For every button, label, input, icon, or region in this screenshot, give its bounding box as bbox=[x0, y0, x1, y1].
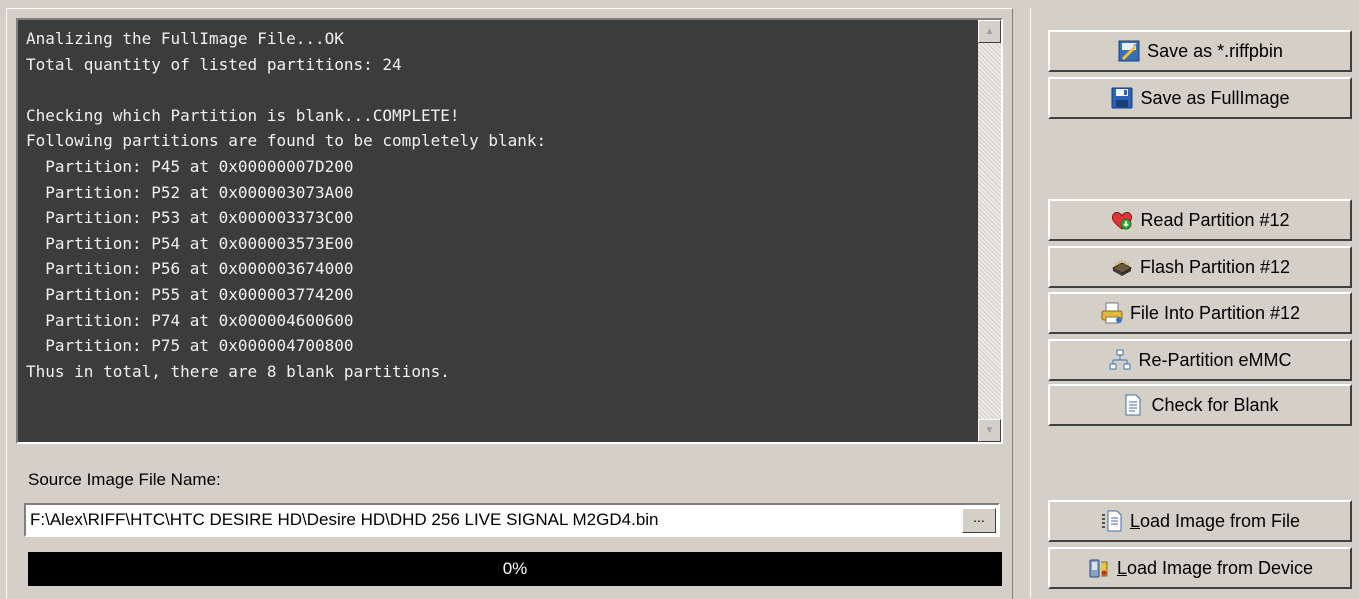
flash-partition-button[interactable]: Flash Partition #12 bbox=[1048, 246, 1352, 288]
device-load-icon bbox=[1087, 556, 1111, 580]
load-device-label: Load Image from Device bbox=[1116, 557, 1314, 578]
load-device-button[interactable]: Load Image from Device bbox=[1048, 547, 1352, 589]
read-partition-label: Read Partition #12 bbox=[1140, 209, 1290, 230]
progress-text: 0% bbox=[502, 559, 528, 578]
repartition-button[interactable]: Re-Partition eMMC bbox=[1048, 339, 1352, 381]
save-fullimage-button[interactable]: Save as FullImage bbox=[1048, 77, 1352, 119]
chip-icon bbox=[1110, 255, 1134, 279]
progress-bar: 0% bbox=[28, 552, 1002, 586]
repartition-label: Re-Partition eMMC bbox=[1138, 349, 1292, 370]
console-text: Analizing the FullImage File...OK Total … bbox=[26, 29, 547, 381]
load-file-label: Load Image from File bbox=[1129, 510, 1301, 531]
tools-save-icon bbox=[1117, 39, 1141, 63]
source-file-input[interactable] bbox=[28, 507, 962, 533]
document-icon bbox=[1121, 393, 1145, 417]
browse-button[interactable]: ... bbox=[962, 508, 996, 533]
source-file-label: Source Image File Name: bbox=[28, 470, 221, 489]
save-riffpbin-label: Save as *.riffpbin bbox=[1147, 40, 1283, 61]
document-load-icon bbox=[1100, 509, 1124, 533]
arrow-up-icon: ▲ bbox=[984, 26, 995, 37]
scroll-up-button[interactable]: ▲ bbox=[978, 20, 1001, 43]
floppy-disk-icon bbox=[1110, 86, 1134, 110]
network-tree-icon bbox=[1108, 348, 1132, 372]
read-partition-button[interactable]: Read Partition #12 bbox=[1048, 199, 1352, 241]
save-fullimage-label: Save as FullImage bbox=[1140, 87, 1290, 108]
flash-partition-label: Flash Partition #12 bbox=[1139, 256, 1291, 277]
load-file-button[interactable]: Load Image from File bbox=[1048, 500, 1352, 542]
file-into-partition-button[interactable]: File Into Partition #12 bbox=[1048, 292, 1352, 334]
printer-file-icon bbox=[1100, 301, 1124, 325]
heart-download-icon bbox=[1110, 208, 1134, 232]
arrow-down-icon: ▼ bbox=[984, 425, 995, 436]
source-file-field[interactable]: ... bbox=[24, 503, 1000, 537]
scroll-down-button[interactable]: ▼ bbox=[978, 419, 1001, 442]
file-into-partition-label: File Into Partition #12 bbox=[1129, 302, 1301, 323]
console-output[interactable]: Analizing the FullImage File...OK Total … bbox=[16, 18, 1003, 444]
save-riffpbin-button[interactable]: Save as *.riffpbin bbox=[1048, 30, 1352, 72]
check-blank-label: Check for Blank bbox=[1151, 394, 1279, 415]
check-blank-button[interactable]: Check for Blank bbox=[1048, 384, 1352, 426]
console-scrollbar[interactable]: ▲ ▼ bbox=[978, 20, 1001, 442]
